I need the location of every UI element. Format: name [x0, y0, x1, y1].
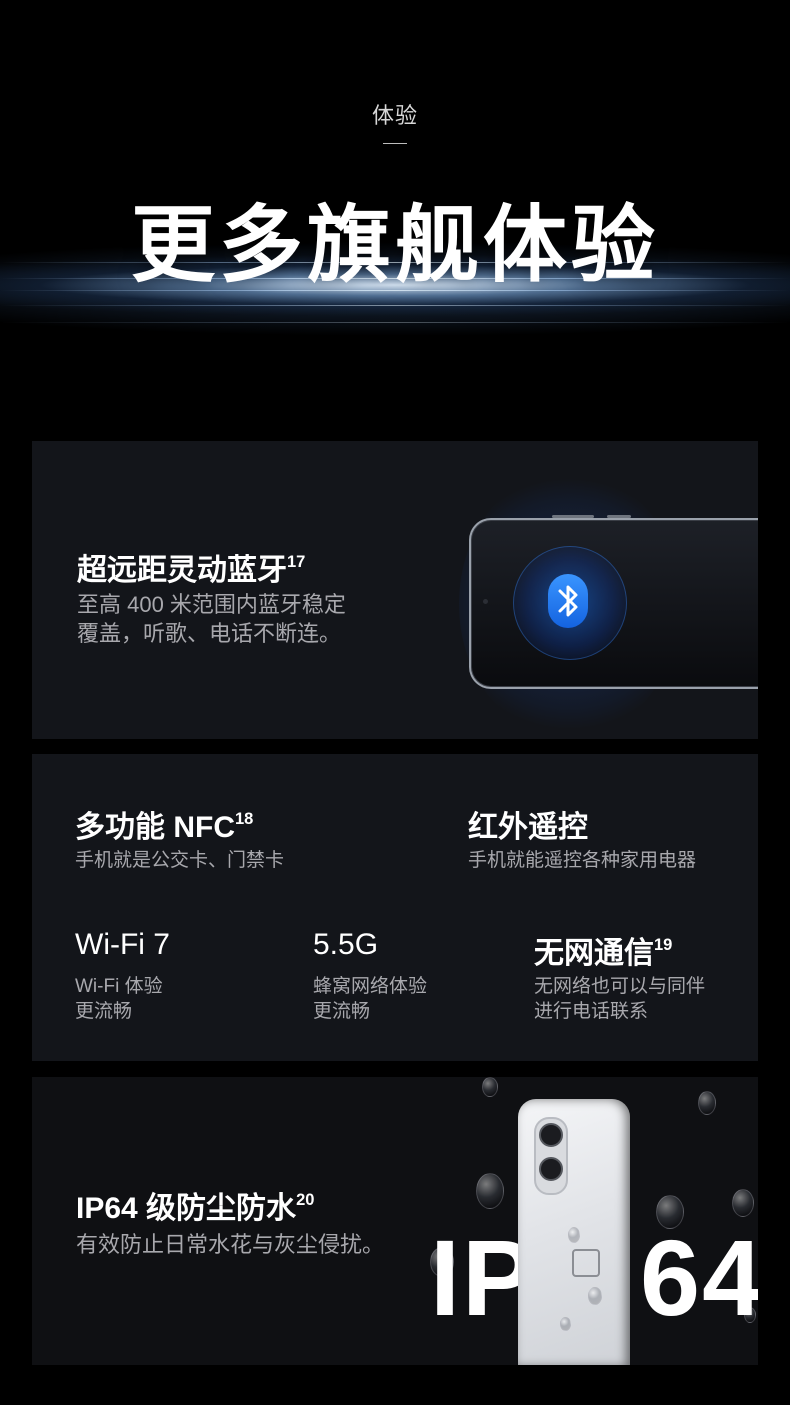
connectivity-features-card: 多功能 NFC18 手机就是公交卡、门禁卡 红外遥控 手机就能遥控各种家用电器 …: [32, 754, 758, 1061]
description-line: 覆盖，听歌、电话不断连。: [77, 620, 342, 646]
eyebrow-divider: [383, 143, 407, 144]
offline-communication-description: 无网络也可以与同伴 进行电话联系: [534, 975, 705, 1024]
phone-button: [552, 515, 594, 518]
phone-button: [607, 515, 631, 518]
description-line: Wi-Fi 体验: [75, 976, 163, 997]
camera-lens: [539, 1123, 563, 1147]
bluetooth-card: 超远距灵动蓝牙17 至高 400 米范围内蓝牙稳定 覆盖，听歌、电话不断连。: [32, 441, 758, 739]
footnote-marker: 17: [287, 552, 306, 571]
water-droplet: [482, 1077, 498, 1097]
offline-communication-title: 无网通信19: [534, 935, 673, 970]
bluetooth-title: 超远距灵动蓝牙17: [77, 552, 306, 587]
cellular-5-5g-title: 5.5G: [313, 928, 379, 961]
water-droplet: [732, 1189, 754, 1217]
hero-title: 更多旗舰体验: [130, 198, 659, 292]
ir-remote-description: 手机就能遥控各种家用电器: [468, 850, 697, 871]
wifi-description: Wi-Fi 体验 更流畅: [75, 975, 163, 1024]
ip64-card: IP 64 IP64 级防尘防水20 有效防止日常水花与灰尘侵扰。: [32, 1077, 758, 1365]
camera-lens: [539, 1157, 563, 1181]
water-droplet: [476, 1173, 504, 1209]
description-line: 蜂窝网络体验: [313, 976, 428, 997]
description-line: 无网络也可以与同伴: [534, 976, 706, 997]
hero-banner: 体验 更多旗舰体验: [0, 0, 790, 440]
footnote-marker: 20: [296, 1190, 315, 1209]
brand-logo-icon: [572, 1249, 600, 1277]
light-streak: [0, 322, 790, 323]
ip64-title: IP64 级防尘防水20: [76, 1190, 315, 1225]
cellular-5-5g-description: 蜂窝网络体验 更流畅: [313, 975, 427, 1024]
footnote-marker: 18: [235, 809, 254, 828]
description-line: 更流畅: [313, 1000, 371, 1022]
wifi-title: Wi-Fi 7: [75, 928, 170, 961]
description-line: 更流畅: [75, 1000, 133, 1022]
ir-remote-title: 红外遥控: [468, 811, 588, 844]
water-droplet: [588, 1287, 602, 1305]
section-eyebrow: 体验: [371, 103, 418, 128]
water-droplet: [698, 1091, 716, 1115]
water-droplet: [560, 1317, 571, 1331]
water-droplet: [568, 1227, 580, 1243]
nfc-title: 多功能 NFC18: [75, 809, 254, 844]
light-streak: [0, 305, 790, 306]
description-line: 进行电话联系: [534, 1000, 649, 1022]
ip64-description: 有效防止日常水花与灰尘侵扰。: [76, 1232, 385, 1257]
bluetooth-description: 至高 400 米范围内蓝牙稳定 覆盖，听歌、电话不断连。: [77, 591, 346, 648]
nfc-description: 手机就是公交卡、门禁卡: [75, 850, 285, 871]
description-line: 至高 400 米范围内蓝牙稳定: [77, 592, 346, 617]
bluetooth-icon: [548, 574, 588, 628]
footnote-marker: 19: [654, 935, 673, 954]
phone-camera-dot: [483, 599, 488, 604]
ip64-graphic-digits: 64: [640, 1217, 758, 1338]
